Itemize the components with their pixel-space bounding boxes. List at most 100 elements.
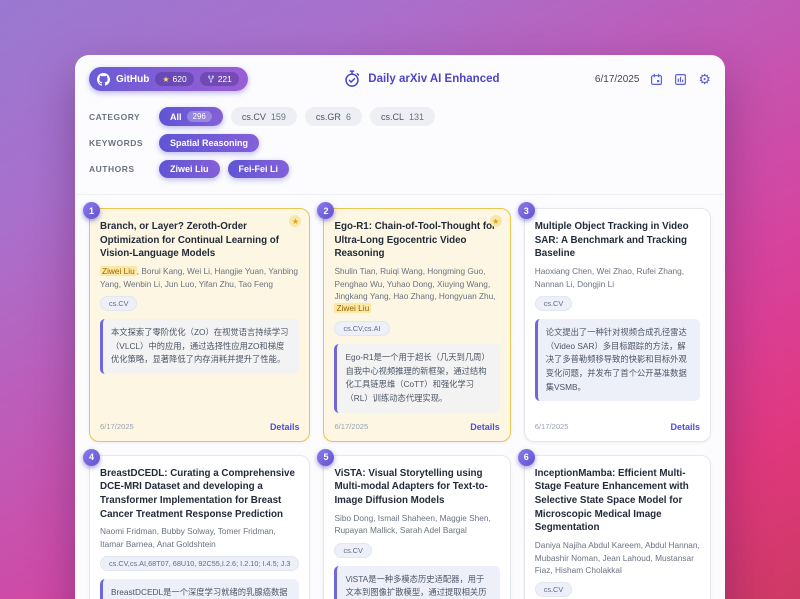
calendar-icon[interactable] [650,73,663,86]
pill-label: cs.GR [316,112,341,122]
category-tag: cs.CV [334,543,371,558]
app-title: Daily arXiv AI Enhanced [368,73,499,85]
filter-pill-cs-gr[interactable]: cs.GR 6 [305,107,362,126]
paper-authors: Daniya Najiha Abdul Kareem, Abdul Hannan… [535,539,700,576]
paper-tags: cs.CV,cs.AI [334,321,499,336]
paper-card[interactable]: 4 BreastDCEDL: Curating a Comprehensive … [89,455,310,599]
paper-date: 6/17/2025 [535,422,569,431]
paper-summary: BreastDCEDL是一个深度学习就绪的乳腺癌数据集，基于多中心DCE-MRI… [100,579,299,599]
filter-pill-cs-cl[interactable]: cs.CL 131 [370,107,435,126]
author-text: Naomi Fridman, Bubby Solway, Tomer Fridm… [100,526,276,548]
category-pills: All 296 cs.CV 159 cs.GR 6 cs.CL 131 [159,107,435,126]
card-footer: 6/17/2025 Details [100,413,299,432]
pill-count: 131 [409,112,424,122]
current-date: 6/17/2025 [595,74,640,85]
octocat-icon [97,73,110,86]
card-number-badge: 4 [83,449,100,466]
paper-tags: cs.CV [535,296,700,311]
paper-card[interactable]: 2 ★ Ego-R1: Chain-of-Tool-Thought for Ul… [323,208,510,442]
paper-cards-grid: 1 ★ Branch, or Layer? Zeroth-Order Optim… [75,195,725,599]
github-link[interactable]: GitHub ★ 620 221 [89,67,248,91]
starred-icon[interactable]: ★ [289,215,301,227]
filters-section: CATEGORY All 296 cs.CV 159 cs.GR 6 cs.CL 131 KE… [75,97,725,195]
github-forks-badge[interactable]: 221 [200,72,239,86]
card-number-badge: 6 [518,449,535,466]
author-pills: Ziwei Liu Fei-Fei Li [159,160,289,178]
filter-pill-ziwei-liu[interactable]: Ziwei Liu [159,160,220,178]
paper-tags: cs.CV [334,543,499,558]
author-text: Haoxiang Chen, Wei Zhao, Rufei Zhang, Na… [535,266,684,288]
pill-count: 6 [346,112,351,122]
paper-authors: Haoxiang Chen, Wei Zhao, Rufei Zhang, Na… [535,265,700,290]
paper-summary: 本文探索了零阶优化（ZO）在视觉语言持续学习（VLCL）中的应用，通过选择性应用… [100,319,299,374]
paper-authors: Naomi Fridman, Bubby Solway, Tomer Fridm… [100,525,299,550]
pill-label: All [170,112,182,122]
pill-label: Ziwei Liu [170,164,209,174]
author-highlight: Ziwei Liu [100,266,137,276]
details-link[interactable]: Details [670,422,700,432]
filter-pill-spatial-reasoning[interactable]: Spatial Reasoning [159,134,259,152]
category-tag: cs.CV [535,582,572,597]
paper-card[interactable]: 1 ★ Branch, or Layer? Zeroth-Order Optim… [89,208,310,442]
starred-icon[interactable]: ★ [490,215,502,227]
category-tag: cs.CV [535,296,572,311]
paper-card[interactable]: 3 Multiple Object Tracking in Video SAR:… [524,208,711,442]
main-panel: GitHub ★ 620 221 Daily arX [75,55,725,599]
pill-label: Fei-Fei Li [239,164,279,174]
gear-icon[interactable]: ⚙ [698,72,711,86]
paper-summary: ViSTA是一种多模态历史适配器，用于文本到图像扩散模型，通过提取相关历史特征和… [334,566,499,599]
filter-row-authors: AUTHORS Ziwei Liu Fei-Fei Li [89,160,711,178]
paper-date: 6/17/2025 [100,422,134,431]
header: GitHub ★ 620 221 Daily arX [75,55,725,97]
pill-count: 159 [271,112,286,122]
category-tag: cs.CV [100,296,137,311]
category-tag: cs.CV,cs.AI,68T07, 68U10, 92C55,I.2.6; I… [100,556,299,571]
paper-summary: 论文提出了一种针对视频合成孔径雷达（Video SAR）多目标跟踪的方法，解决了… [535,319,700,401]
details-link[interactable]: Details [470,422,500,432]
pill-label: cs.CL [381,112,404,122]
github-forks-count: 221 [218,74,232,84]
filter-row-keywords: KEYWORDS Spatial Reasoning [89,134,711,152]
card-number-badge: 5 [317,449,334,466]
github-label: GitHub [116,74,149,85]
app-logo: Daily arXiv AI Enhanced [343,70,499,88]
paper-authors: Sibo Dong, Ismail Shaheen, Maggie Shen, … [334,512,499,537]
paper-card[interactable]: 5 ViSTA: Visual Storytelling using Multi… [323,455,510,599]
filter-label: CATEGORY [89,112,151,122]
paper-title: Ego-R1: Chain-of-Tool-Thought for Ultra-… [334,220,499,261]
paper-title: BreastDCEDL: Curating a Comprehensive DC… [100,467,299,522]
paper-summary: Ego-R1是一个用于超长（几天到几周）自我中心视频推理的新框架，通过结构化工具… [334,344,499,413]
filter-label: KEYWORDS [89,138,151,148]
card-number-badge: 2 [317,202,334,219]
details-link[interactable]: Details [270,422,300,432]
paper-date: 6/17/2025 [334,422,368,431]
bar-chart-icon[interactable] [674,73,687,86]
github-stars-count: 620 [173,74,187,84]
author-highlight: Ziwei Liu [334,303,371,313]
filter-row-category: CATEGORY All 296 cs.CV 159 cs.GR 6 cs.CL 131 [89,107,711,126]
filter-pill-all[interactable]: All 296 [159,107,223,126]
filter-pill-fei-fei-li[interactable]: Fei-Fei Li [228,160,290,178]
author-text: Shulin Tian, Ruiqi Wang, Hongming Guo, P… [334,266,495,301]
github-stars-badge[interactable]: ★ 620 [155,72,193,86]
paper-title: ViSTA: Visual Storytelling using Multi-m… [334,467,499,508]
pill-count: 296 [187,111,212,122]
filter-label: AUTHORS [89,164,151,174]
paper-tags: cs.CV [100,296,299,311]
paper-tags: cs.CV,cs.AI,68T07, 68U10, 92C55,I.2.6; I… [100,556,299,571]
paper-tags: cs.CV [535,582,700,597]
filter-pill-cs-cv[interactable]: cs.CV 159 [231,107,297,126]
keyword-pills: Spatial Reasoning [159,134,259,152]
paper-authors: Ziwei Liu, Borui Kang, Wei Li, Hangjie Y… [100,265,299,290]
card-footer: 6/17/2025 Details [535,413,700,432]
category-tag: cs.CV,cs.AI [334,321,389,336]
paper-title: Branch, or Layer? Zeroth-Order Optimizat… [100,220,299,261]
stopwatch-check-icon [343,70,361,88]
star-icon: ★ [162,75,169,84]
author-text: Daniya Najiha Abdul Kareem, Abdul Hannan… [535,540,700,575]
header-controls: 6/17/2025 ⚙ [595,72,711,86]
pill-label: Spatial Reasoning [170,138,248,148]
paper-card[interactable]: 6 InceptionMamba: Efficient Multi-Stage … [524,455,711,599]
card-number-badge: 1 [83,202,100,219]
pill-label: cs.CV [242,112,266,122]
